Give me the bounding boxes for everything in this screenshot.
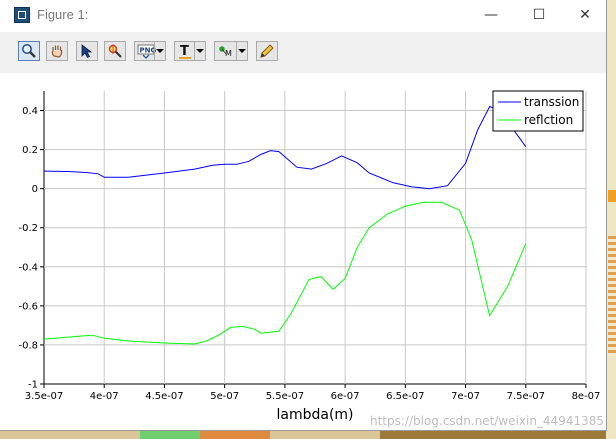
close-button[interactable]: ✕: [570, 4, 600, 26]
marker-icon-label: M: [225, 49, 232, 58]
background-segment: [608, 190, 616, 202]
data-cursor-tool-button[interactable]: [104, 41, 126, 61]
arrow-cursor-icon: [81, 44, 93, 59]
x-axis-label: lambda(m): [276, 407, 353, 423]
figure-toolbar: PNG T M: [0, 32, 606, 70]
background-right-strip: [606, 0, 616, 439]
chevron-down-icon[interactable]: [236, 42, 246, 60]
y-tick-label: -0.6: [18, 301, 38, 312]
y-tick-label: -1: [28, 380, 38, 391]
x-tick-label: 7e-07: [451, 391, 480, 402]
text-tool-button[interactable]: T: [174, 41, 206, 61]
x-tick-label: 7.5e-07: [507, 391, 545, 402]
x-tick-label: 3.5e-07: [25, 391, 63, 402]
data-cursor-icon: [108, 44, 122, 58]
background-segment: [380, 431, 610, 439]
zoom-tool-button[interactable]: [18, 41, 40, 61]
figure-app-icon: [14, 7, 30, 23]
title-bar[interactable]: Figure 1: — ☐ ✕: [0, 0, 606, 32]
maximize-button[interactable]: ☐: [524, 4, 554, 26]
legend-entry-label: reflction: [524, 113, 573, 127]
x-tick-label: 5e-07: [210, 391, 239, 402]
x-tick-label: 4.5e-07: [145, 391, 183, 402]
legend-entry-label: transsion: [524, 95, 579, 109]
text-icon-label: T: [180, 44, 189, 59]
edit-tool-button[interactable]: [256, 41, 278, 61]
line-chart[interactable]: 3.5e-07 4e-07 4.5e-07 5e-07 5.5e-07 6e-07 6.5e…: [0, 73, 606, 430]
y-tick-label: 0.4: [22, 106, 38, 117]
figure-window: Figure 1: — ☐ ✕ PNG T M 3.5e-07 4e-07 4.…: [0, 0, 607, 431]
watermark-text: https://blog.csdn.net/weixin_44941385: [370, 414, 604, 428]
background-segment: [200, 431, 270, 439]
chevron-down-icon[interactable]: [194, 42, 204, 60]
x-tick-label: 6.5e-07: [386, 391, 424, 402]
x-tick-label: 6e-07: [331, 391, 360, 402]
x-tick-label: 8e-07: [572, 391, 601, 402]
hand-icon: [51, 45, 63, 58]
background-segment: [608, 236, 616, 356]
marker-tool-button[interactable]: M: [214, 41, 248, 61]
background-segment: [140, 431, 200, 439]
figure-canvas[interactable]: 3.5e-07 4e-07 4.5e-07 5e-07 5.5e-07 6e-07 6.5e…: [0, 73, 606, 430]
pencil-icon: [260, 44, 274, 58]
magnifier-icon: [22, 44, 36, 58]
y-tick-label: 0: [32, 184, 38, 195]
chevron-down-icon[interactable]: [154, 42, 164, 60]
window-title: Figure 1:: [37, 7, 89, 22]
x-tick-label: 4e-07: [90, 391, 119, 402]
pan-tool-button[interactable]: [46, 41, 68, 61]
x-tick-label: 5.5e-07: [266, 391, 304, 402]
minimize-button[interactable]: —: [476, 4, 506, 26]
y-tick-label: -0.4: [18, 262, 38, 273]
save-png-tool-button[interactable]: PNG: [134, 41, 166, 61]
y-tick-label: -0.8: [18, 340, 38, 351]
y-tick-label: 0.2: [22, 145, 38, 156]
y-tick-label: -0.2: [18, 223, 38, 234]
select-tool-button[interactable]: [76, 41, 98, 61]
